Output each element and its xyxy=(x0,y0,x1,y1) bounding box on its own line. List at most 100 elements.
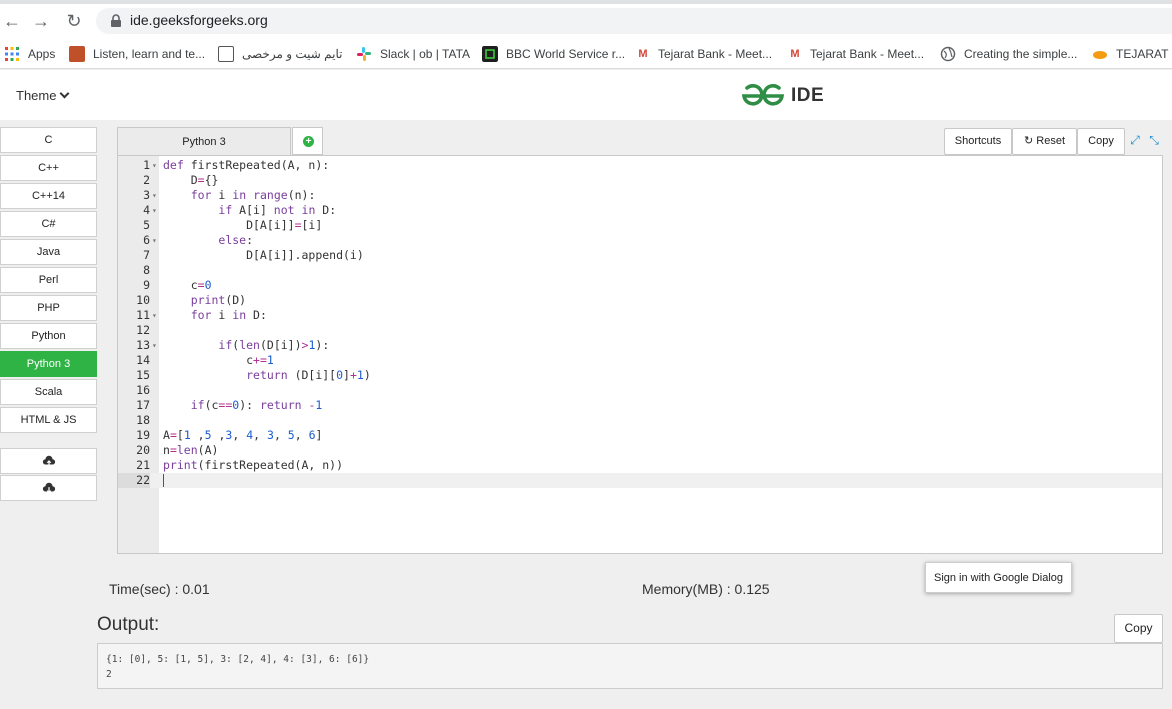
address-url: ide.geeksforgeeks.org xyxy=(130,12,268,28)
bookmark-timesheet[interactable]: تایم شیت و مرخصی xyxy=(218,45,342,63)
code-line: 17 if(c==0): return -1 xyxy=(118,398,1162,413)
fullscreen-icon[interactable]: ⤡ xyxy=(1147,133,1161,147)
bbc-world-icon xyxy=(482,45,498,62)
editor-tab-python3[interactable]: Python 3 xyxy=(117,127,291,156)
bookmark-label: Tejarat Bank - Meet... xyxy=(658,46,773,61)
cloud-download-button[interactable] xyxy=(0,475,97,501)
expand-icon[interactable]: ⤢ xyxy=(1128,133,1142,147)
cloud-upload-button[interactable] xyxy=(0,448,97,474)
line-number: 1 xyxy=(143,158,150,172)
output-panel: {1: [0], 5: [1, 5], 3: [2, 4], 4: [3], 6… xyxy=(97,643,1163,689)
line-number: 18 xyxy=(136,413,150,427)
fold-arrow-icon[interactable]: ▾ xyxy=(152,233,159,248)
bookmark-tejarat-2[interactable]: M Tejarat Bank - Meet... xyxy=(788,45,924,63)
back-arrow-icon[interactable]: ← xyxy=(0,9,24,33)
fold-arrow-icon[interactable]: ▾ xyxy=(152,203,159,218)
line-number: 21 xyxy=(136,458,150,472)
code-text: for i in D: xyxy=(190,308,267,322)
lock-icon xyxy=(111,14,121,27)
output-label: Output: xyxy=(97,614,160,635)
line-number: 15 xyxy=(136,368,150,382)
line-number: 10 xyxy=(136,293,150,307)
line-number: 9 xyxy=(143,278,150,292)
code-line: 7 D[A[i]].append(i) xyxy=(118,248,1162,263)
output-line: 2 xyxy=(106,669,112,680)
gfg-logo-icon xyxy=(741,84,785,106)
code-text: D[A[i]]=[i] xyxy=(163,218,323,232)
line-number: 11 xyxy=(136,308,150,322)
bookmark-label: Tejarat Bank - Meet... xyxy=(810,46,925,61)
line-number: 20 xyxy=(136,443,150,457)
reset-button[interactable]: ↻ Reset xyxy=(1012,128,1077,155)
line-number: 13 xyxy=(136,338,150,352)
language-perl[interactable]: Perl xyxy=(0,267,97,293)
code-text: print(D) xyxy=(190,293,247,307)
code-text: print(firstRepeated(A, n)) xyxy=(163,458,344,472)
code-line: 9 c=0 xyxy=(118,278,1162,293)
code-line: 12 xyxy=(118,323,1162,338)
bookmark-label: BBC World Service r... xyxy=(506,46,626,61)
code-line: 19 A=[1 ,5 ,3, 4, 3, 5, 6] xyxy=(118,428,1162,443)
gmail-icon: M xyxy=(790,47,800,60)
code-text: if(len(D[i])>1): xyxy=(218,338,330,352)
code-line: 1 ▾ def firstRepeated(A, n): xyxy=(118,158,1162,173)
fold-arrow-icon[interactable]: ▾ xyxy=(152,308,159,323)
code-text: if A[i] not in D: xyxy=(218,203,337,217)
bookmark-label: TEJARAT O xyxy=(1116,46,1172,61)
fold-arrow-icon[interactable]: ▾ xyxy=(152,188,159,203)
timesheet-icon xyxy=(218,45,234,62)
language-c[interactable]: C xyxy=(0,127,97,153)
code-text: c+=1 xyxy=(163,353,274,367)
code-line: 3 ▾ for i in range(n): xyxy=(118,188,1162,203)
gmail-icon: M xyxy=(638,47,648,60)
line-number: 3 xyxy=(143,188,150,202)
bookmark-tejarat-1[interactable]: M Tejarat Bank - Meet... xyxy=(636,45,772,63)
code-editor[interactable]: 1 ▾ def firstRepeated(A, n): 2 D={} 3 ▾ for i… xyxy=(117,155,1163,554)
bookmark-slack[interactable]: Slack | ob | TATA xyxy=(356,45,470,63)
reset-label: Reset xyxy=(1036,135,1066,147)
copy-output-button[interactable]: Copy xyxy=(1114,614,1163,643)
line-number: 22 xyxy=(118,473,150,488)
language-c[interactable]: C# xyxy=(0,211,97,237)
fold-arrow-icon[interactable]: ▾ xyxy=(152,338,159,353)
text-cursor xyxy=(163,474,164,487)
language-scala[interactable]: Scala xyxy=(0,379,97,405)
bookmark-apps[interactable]: Apps xyxy=(4,45,55,63)
sign-in-google-dialog[interactable]: Sign in with Google Dialog xyxy=(925,562,1072,593)
language-c[interactable]: C++ xyxy=(0,155,97,181)
language-python[interactable]: Python xyxy=(0,323,97,349)
bookmark-creating[interactable]: Creating the simple... xyxy=(940,45,1077,63)
bookmark-listen-learn[interactable]: Listen, learn and te... xyxy=(69,45,205,63)
line-number: 6 xyxy=(143,233,150,247)
line-number: 4 xyxy=(143,203,150,217)
cloud-download-icon xyxy=(42,482,55,494)
language-c-14[interactable]: C++14 xyxy=(0,183,97,209)
language-html-js[interactable]: HTML & JS xyxy=(0,407,97,433)
copy-code-button[interactable]: Copy xyxy=(1077,128,1125,155)
reload-icon[interactable]: ↻ xyxy=(62,9,86,33)
language-python-3[interactable]: Python 3 xyxy=(0,351,97,377)
browser-toolbar: ← → ↻ ide.geeksforgeeks.org xyxy=(0,4,1172,38)
globe-icon xyxy=(940,46,956,62)
forward-arrow-icon[interactable]: → xyxy=(29,9,53,33)
bookmark-label: تایم شیت و مرخصی xyxy=(242,46,343,61)
code-line: 14 c+=1 xyxy=(118,353,1162,368)
shortcuts-button[interactable]: Shortcuts xyxy=(944,128,1012,155)
language-java[interactable]: Java xyxy=(0,239,97,265)
output-line: {1: [0], 5: [1, 5], 3: [2, 4], 4: [3], 6… xyxy=(106,654,370,665)
line-number: 16 xyxy=(136,383,150,397)
theme-dropdown[interactable]: Theme xyxy=(16,88,70,103)
address-bar[interactable]: ide.geeksforgeeks.org xyxy=(96,8,1172,34)
bookmark-tejarat-o[interactable]: TEJARAT O xyxy=(1092,45,1172,63)
language-php[interactable]: PHP xyxy=(0,295,97,321)
theme-label: Theme xyxy=(16,88,57,103)
ide-logo-text: IDE xyxy=(791,85,825,106)
code-text: A=[1 ,5 ,3, 4, 3, 5, 6] xyxy=(163,428,323,442)
fold-arrow-icon[interactable]: ▾ xyxy=(152,158,159,173)
code-line: 18 xyxy=(118,413,1162,428)
code-line: 2 D={} xyxy=(118,173,1162,188)
code-line: 22 xyxy=(118,473,1162,488)
bookmark-bbc-world[interactable]: BBC World Service r... xyxy=(482,45,625,63)
orange-leaf-icon xyxy=(1093,50,1107,59)
add-tab-button[interactable]: + xyxy=(292,127,323,155)
